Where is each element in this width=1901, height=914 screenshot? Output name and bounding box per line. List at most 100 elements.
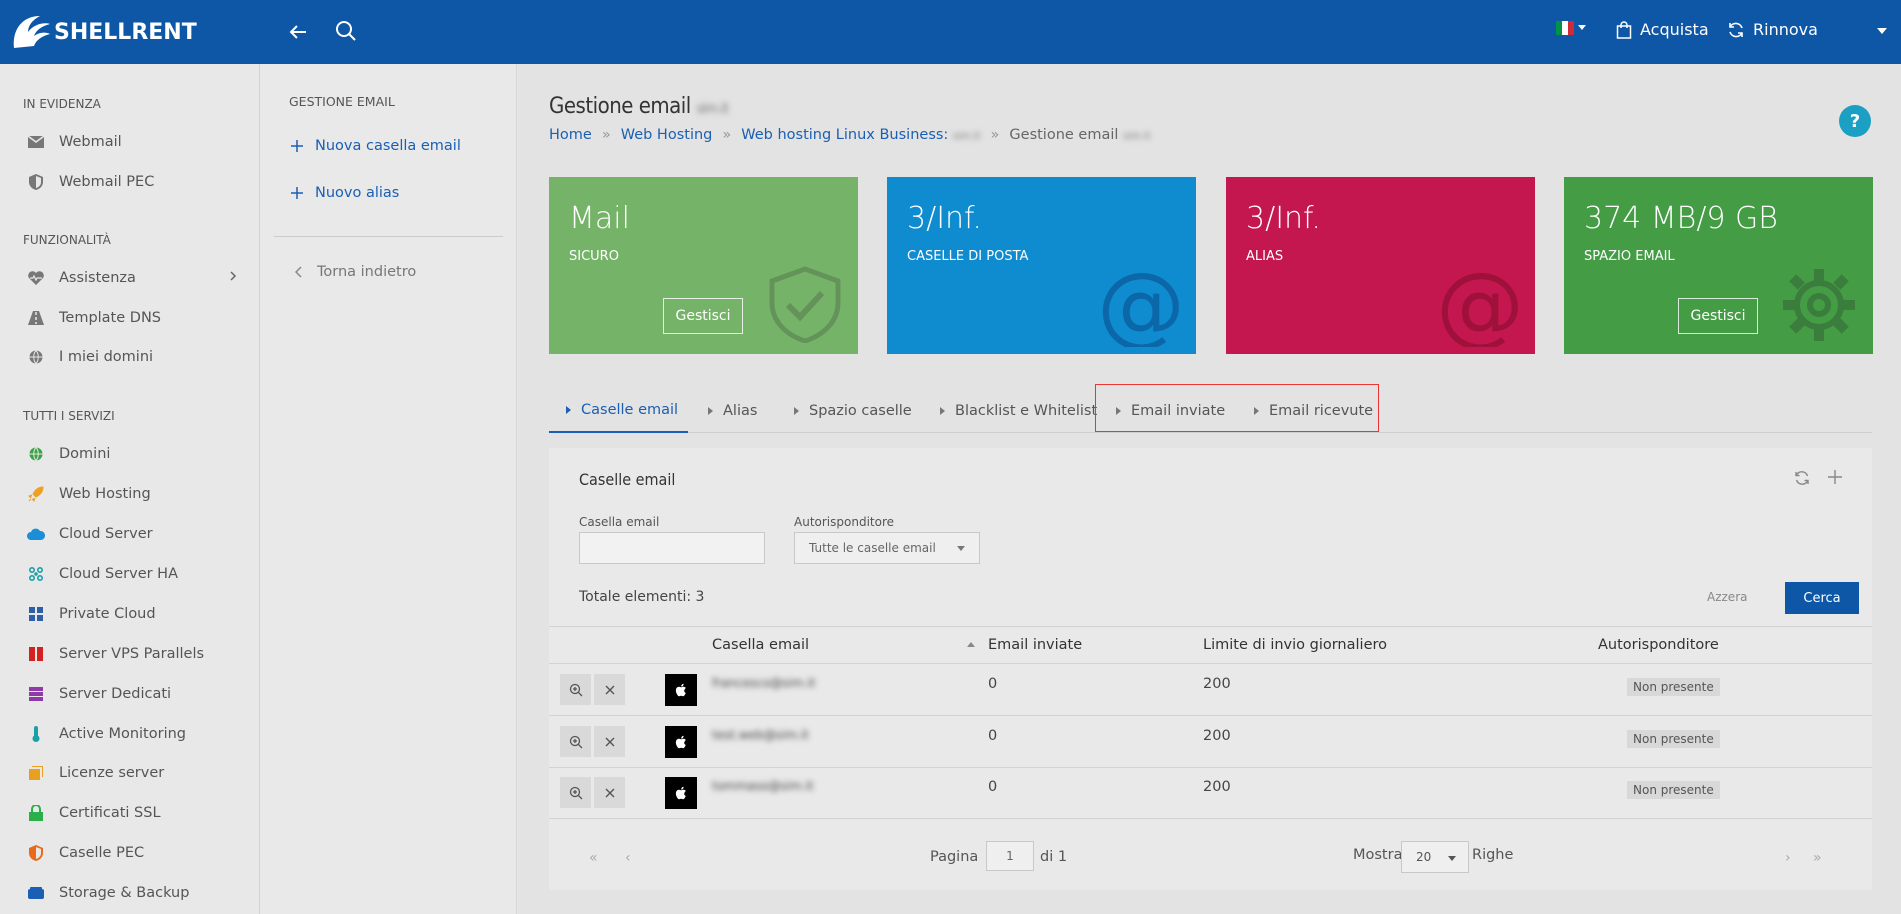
tab-label: Blacklist e Whitelist <box>955 403 1098 419</box>
col-email-inviate[interactable]: Email inviate <box>988 637 1082 653</box>
globe-icon <box>27 348 45 366</box>
zoom-in-button[interactable] <box>560 777 591 808</box>
row-email: test.web@sim.it <box>712 728 809 742</box>
sidebar-item-label: Template DNS <box>59 310 161 326</box>
search-icon[interactable] <box>334 19 358 43</box>
chevron-right-icon <box>230 271 237 281</box>
sidebar-item-caselle-pec[interactable]: Caselle PEC <box>27 842 237 864</box>
autoresponder-filter-select[interactable]: Tutte le caselle email <box>794 532 980 564</box>
rows-label: Righe <box>1472 847 1514 863</box>
apple-config-button[interactable] <box>665 777 697 809</box>
sidebar-item-active-monitoring[interactable]: Active Monitoring <box>27 723 237 745</box>
breadcrumb-web-hosting[interactable]: Web Hosting <box>621 127 713 143</box>
sidebar-item-private-cloud[interactable]: Private Cloud <box>27 603 237 625</box>
delete-button[interactable] <box>594 726 625 757</box>
prev-page-icon[interactable]: ‹ <box>625 850 631 866</box>
col-casella-email[interactable]: Casella email <box>712 637 809 653</box>
zoom-in-button[interactable] <box>560 674 591 705</box>
sidebar-item-label: Private Cloud <box>59 606 156 622</box>
subnav-title: GESTIONE EMAIL <box>289 94 395 109</box>
new-mailbox-link[interactable]: Nuova casella email <box>291 138 461 154</box>
delete-button[interactable] <box>594 674 625 705</box>
col-limite-invio[interactable]: Limite di invio giornaliero <box>1203 637 1387 653</box>
page-number-input[interactable]: 1 <box>986 841 1034 871</box>
refresh-icon[interactable] <box>1794 470 1810 486</box>
table-row: francesco@sim.it 0 200 Non presente <box>549 665 1872 716</box>
table-row: test.web@sim.it 0 200 Non presente <box>549 717 1872 768</box>
zoom-in-icon <box>569 683 582 696</box>
card-alias: 3/Inf. ALIAS @ <box>1226 177 1535 354</box>
storage-icon <box>27 884 45 902</box>
breadcrumb-home[interactable]: Home <box>549 127 592 143</box>
sidebar-item-domini[interactable]: Domini <box>27 443 237 465</box>
col-autorisponditore[interactable]: Autorisponditore <box>1598 637 1719 653</box>
sidebar-item-i-miei-domini[interactable]: I miei domini <box>27 346 237 368</box>
new-mailbox-label: Nuova casella email <box>315 138 461 154</box>
delete-button[interactable] <box>594 777 625 808</box>
last-page-icon[interactable]: » <box>1813 850 1822 866</box>
sidebar-item-storage-backup[interactable]: Storage & Backup <box>27 882 237 904</box>
sidebar-item-cloud-server[interactable]: Cloud Server <box>27 523 237 545</box>
first-page-icon[interactable]: « <box>589 850 598 866</box>
road-icon <box>27 309 45 327</box>
apple-config-button[interactable] <box>665 726 697 758</box>
shopping-bag-icon <box>1616 20 1632 39</box>
new-alias-link[interactable]: Nuovo alias <box>291 185 399 201</box>
apple-icon <box>675 786 686 800</box>
card-manage-button[interactable]: Gestisci <box>1678 298 1758 334</box>
rows-per-page-select[interactable]: 20 <box>1401 841 1469 873</box>
card-manage-button[interactable]: Gestisci <box>663 298 743 334</box>
zoom-in-button[interactable] <box>560 726 591 757</box>
sidebar-item-certificati-ssl[interactable]: Certificati SSL <box>27 802 237 824</box>
apple-config-button[interactable] <box>665 674 697 706</box>
rows-per-page-value: 20 <box>1416 850 1432 864</box>
sidebar-item-label: Domini <box>59 446 111 462</box>
acquista-button[interactable]: Acquista <box>1616 20 1709 39</box>
sidebar-item-server-dedicati[interactable]: Server Dedicati <box>27 683 237 705</box>
sidebar-item-label: Storage & Backup <box>59 885 190 901</box>
next-page-icon[interactable]: › <box>1785 850 1791 866</box>
tab-alias[interactable]: Alias <box>708 389 757 433</box>
breadcrumb-plan[interactable]: Web hosting Linux Business: sim.it <box>741 127 980 143</box>
logo[interactable]: SHELLRENT <box>8 10 197 54</box>
help-button[interactable]: ? <box>1839 105 1871 137</box>
at-sign-icon: @ <box>1100 265 1182 347</box>
sidebar-item-label: Server VPS Parallels <box>59 646 205 662</box>
card-subtitle: CASELLE DI POSTA <box>907 249 1029 264</box>
server-icon <box>27 685 45 703</box>
sidebar-item-webmail[interactable]: Webmail <box>27 131 237 153</box>
back-arrow-icon[interactable] <box>286 20 310 44</box>
reset-button[interactable]: Azzera <box>1707 590 1747 604</box>
sidebar-item-template-dns[interactable]: Template DNS <box>27 307 237 329</box>
mailbox-filter-input[interactable] <box>579 532 765 564</box>
close-icon <box>605 685 614 694</box>
shield-icon <box>27 844 45 862</box>
sidebar-item-label: Cloud Server <box>59 526 153 542</box>
thermometer-icon <box>27 725 45 743</box>
sidebar-item-cloud-server-ha[interactable]: Cloud Server HA <box>27 563 237 585</box>
sidebar-item-assistenza[interactable]: Assistenza <box>27 267 237 289</box>
rinnova-button[interactable]: Rinnova <box>1727 20 1818 39</box>
sidebar-item-licenze-server[interactable]: Licenze server <box>27 762 237 784</box>
sidebar-item-web-hosting[interactable]: Web Hosting <box>27 483 237 505</box>
sidebar-item-server-vps-parallels[interactable]: Server VPS Parallels <box>27 643 237 665</box>
sidebar-item-label: Active Monitoring <box>59 726 187 742</box>
language-selector[interactable] <box>1556 21 1594 35</box>
shell-logo-icon <box>13 16 50 48</box>
sort-ascending-icon <box>967 642 975 647</box>
card-value: 3/Inf. <box>1246 201 1321 236</box>
tab-blacklist-whitelist[interactable]: Blacklist e Whitelist <box>940 389 1097 433</box>
chevron-down-icon <box>957 546 965 551</box>
plus-icon <box>291 187 303 199</box>
add-icon[interactable] <box>1828 470 1842 484</box>
panel-actions <box>1794 470 1842 486</box>
user-menu-caret-icon[interactable] <box>1877 28 1887 35</box>
tab-caselle-email[interactable]: Caselle email <box>549 389 688 433</box>
row-limit: 200 <box>1203 779 1231 795</box>
parallels-icon <box>27 645 45 663</box>
tab-spazio-caselle[interactable]: Spazio caselle <box>794 389 912 433</box>
back-link[interactable]: Torna indietro <box>295 264 416 280</box>
sidebar-item-webmail-pec[interactable]: Webmail PEC <box>27 171 237 193</box>
status-badge: Non presente <box>1627 781 1720 799</box>
search-button[interactable]: Cerca <box>1785 582 1859 614</box>
